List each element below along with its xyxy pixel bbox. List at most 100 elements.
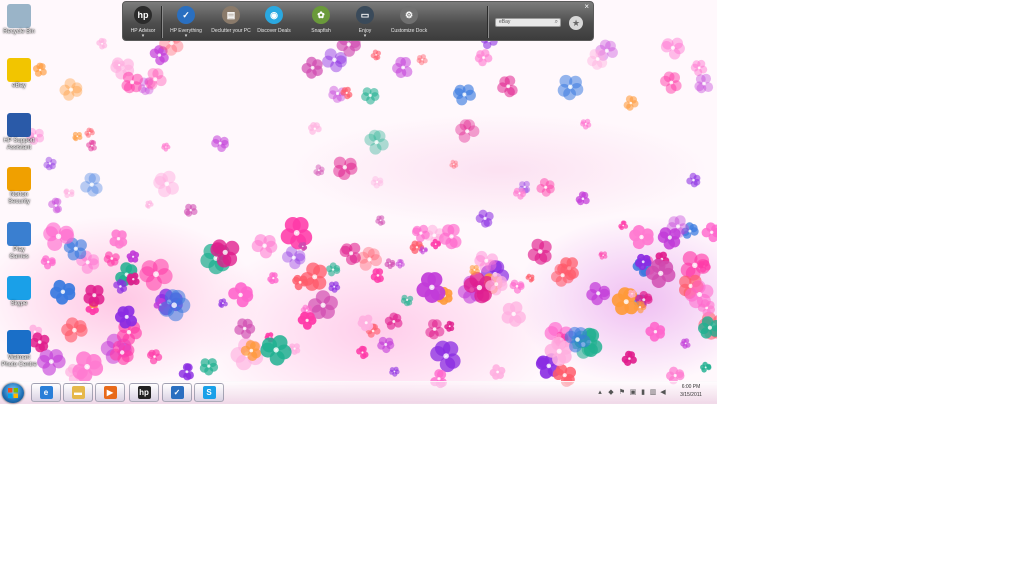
volume-icon[interactable]: ◀ <box>659 388 667 397</box>
checkmark-icon: ✓ <box>170 386 184 399</box>
gear-icon: ⚙ <box>400 6 418 24</box>
dock-search-input[interactable]: eBay ⌕ <box>495 18 561 27</box>
flower-shape <box>153 170 179 198</box>
flower-shape <box>48 197 62 214</box>
desktop-icon[interactable]: Skype <box>0 276 38 308</box>
flower-shape <box>199 358 219 376</box>
flower-shape <box>690 59 708 77</box>
flower-shape <box>621 350 637 366</box>
flower-shape <box>623 95 639 111</box>
flower-shape <box>701 222 717 243</box>
desktop-icon[interactable]: eBay <box>0 58 38 90</box>
globe-icon <box>7 167 31 191</box>
taskbar-button[interactable]: S <box>194 383 224 402</box>
flower-shape <box>72 351 104 383</box>
flower-shape <box>115 305 137 329</box>
dock-item-label: Customize Dock <box>390 28 428 34</box>
media-player-icon: ▶ <box>103 386 117 399</box>
flower-shape <box>267 272 279 285</box>
flower-shape <box>416 54 428 66</box>
show-hidden-icon[interactable]: ▴ <box>596 388 604 397</box>
favorites-star-icon[interactable]: ★ <box>569 16 583 30</box>
norton-icon[interactable]: ◆ <box>607 388 615 397</box>
desktop-icon[interactable]: Norton Security <box>0 167 38 206</box>
flower-shape <box>439 223 462 250</box>
taskbar-clock[interactable]: 6:00 PM 3/15/2011 <box>670 383 712 399</box>
flower-shape <box>322 48 347 73</box>
flower-shape <box>377 336 395 354</box>
suitcase-icon: ▤ <box>222 6 240 24</box>
battery-icon[interactable]: ▮ <box>639 388 647 397</box>
flower-shape <box>419 246 428 255</box>
ie-icon: e <box>39 386 53 399</box>
chevron-down-icon[interactable]: ▾ <box>156 34 216 39</box>
chevron-down-icon[interactable]: ▾ <box>335 34 395 39</box>
flower-shape <box>444 320 455 332</box>
desktop-icon[interactable]: Recycle Bin <box>0 4 38 36</box>
flag-icon[interactable]: ⚑ <box>618 388 626 397</box>
flower-shape <box>361 87 380 105</box>
taskbar-button[interactable]: hp <box>129 383 159 402</box>
flower-shape <box>513 187 527 200</box>
flower-shape <box>139 258 173 291</box>
network-icon[interactable]: ▥ <box>649 388 657 397</box>
flower-shape <box>218 298 228 308</box>
flower-shape <box>587 48 608 70</box>
flower-shape <box>260 335 292 366</box>
flower-shape <box>618 220 629 231</box>
ebay-icon <box>7 58 31 82</box>
flower-shape <box>298 242 308 251</box>
flower-shape <box>453 84 476 106</box>
dock-item[interactable]: ⚙ Customize Dock <box>379 6 439 34</box>
dock-separator <box>487 6 488 38</box>
desktop-icon-label: Recycle Bin <box>3 29 35 35</box>
flower-shape <box>211 135 229 152</box>
flower-shape <box>50 279 76 305</box>
dock-close-icon[interactable]: × <box>584 2 589 11</box>
display-icon[interactable]: ▣ <box>629 388 637 397</box>
flower-shape <box>384 258 396 269</box>
tv-icon: ▭ <box>356 6 374 24</box>
flower-shape <box>364 129 389 155</box>
taskbar-button[interactable]: e <box>31 383 61 402</box>
flower-shape <box>356 345 369 360</box>
recycle-bin-icon <box>7 4 31 28</box>
flower-shape <box>449 159 459 169</box>
flower-shape <box>416 272 446 303</box>
taskbar-button[interactable]: ▶ <box>95 383 125 402</box>
taskbar-button[interactable]: ✓ <box>162 383 192 402</box>
flower-shape <box>84 127 95 138</box>
flower-shape <box>370 268 384 283</box>
flower-shape <box>384 312 403 330</box>
flower-shape <box>83 284 105 307</box>
desktop-icon[interactable]: Play Games <box>0 222 38 261</box>
flower-shape <box>536 178 555 197</box>
flower-shape <box>389 366 400 377</box>
desktop-icon[interactable]: HP Support Assistant <box>0 113 38 152</box>
flower-shape <box>297 311 317 330</box>
flower-shape <box>339 242 361 265</box>
desktop-icon-label: Skype <box>10 301 28 307</box>
flower-shape <box>61 317 88 343</box>
flower-shape <box>680 338 691 349</box>
flower-shape <box>326 262 341 277</box>
walmart-icon <box>7 330 31 354</box>
desktop-icon[interactable]: Walmart Photo Centre <box>0 330 38 369</box>
taskbar-button[interactable]: ▬ <box>63 383 93 402</box>
flower-shape <box>375 215 386 226</box>
search-icon[interactable]: ⌕ <box>555 19 558 26</box>
skype-icon: S <box>202 386 216 399</box>
start-button[interactable] <box>2 383 24 403</box>
desktop-icon-label: HP Support Assistant <box>3 138 35 151</box>
hp-dock: hp HP Advisor ▾ ✓ HP Everything ▾ ▤ Declutter y… <box>122 1 594 41</box>
flower-shape <box>551 263 574 287</box>
desktop-wallpaper <box>0 0 717 403</box>
flower-shape <box>497 75 518 98</box>
flower-shape <box>455 119 480 143</box>
flower-shape <box>43 156 57 171</box>
folder-icon: ▬ <box>71 386 85 399</box>
flower-shape <box>145 200 154 209</box>
flower-shape <box>37 349 66 376</box>
flower-shape <box>392 56 413 79</box>
dock-search-value: eBay <box>499 19 511 25</box>
